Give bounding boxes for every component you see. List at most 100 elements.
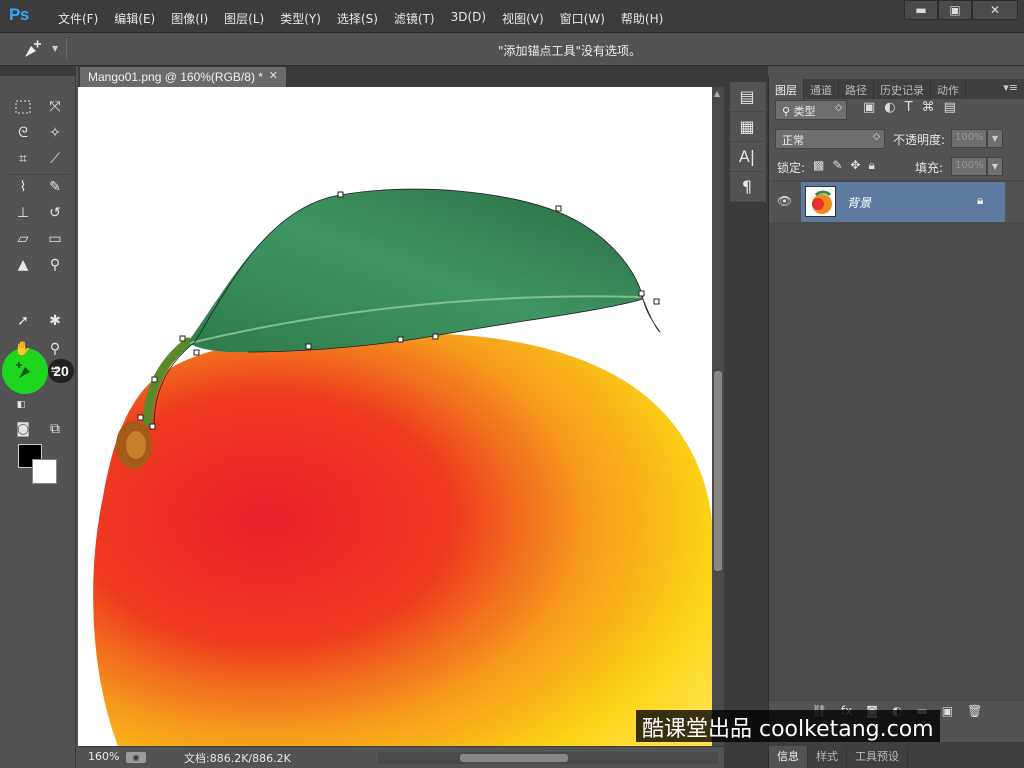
options-message: "添加锚点工具"没有选项。: [498, 44, 642, 58]
character-panel-icon[interactable]: A|: [730, 142, 764, 172]
lock-position-icon[interactable]: ✥: [850, 158, 860, 173]
zoom-tool-icon[interactable]: ⚲: [44, 338, 66, 360]
layer-name[interactable]: 背景: [847, 194, 871, 211]
swap-colors-icon[interactable]: ⇆: [44, 359, 66, 381]
image-filter-icon[interactable]: ▣: [863, 100, 875, 115]
properties-panel-icon[interactable]: ▤: [730, 82, 764, 112]
filter-label: 类型: [793, 105, 816, 118]
scroll-up-icon[interactable]: ▲: [714, 89, 720, 98]
maximize-button[interactable]: ▣: [938, 0, 972, 20]
document-title: Mango01.png @ 160%(RGB/8) *: [88, 70, 263, 84]
zoom-level[interactable]: 160%: [88, 750, 119, 763]
opacity-dropdown-icon[interactable]: ▼: [987, 129, 1003, 148]
menu-image[interactable]: 图像(I): [163, 10, 216, 27]
mango-image: [78, 87, 712, 746]
tab-tool-presets[interactable]: 工具预设: [847, 746, 908, 768]
opacity-input[interactable]: 100%: [951, 129, 987, 148]
fill-dropdown-icon[interactable]: ▼: [987, 157, 1003, 176]
panel-menu-icon[interactable]: ▾≡: [1003, 81, 1018, 94]
magic-wand-tool-icon[interactable]: ✧: [44, 122, 66, 144]
hand-tool-icon[interactable]: ✋: [12, 338, 34, 360]
menu-window[interactable]: 窗口(W): [552, 10, 613, 27]
lasso-tool-icon[interactable]: ᘓ: [12, 122, 34, 144]
blend-mode-value: 正常: [782, 134, 804, 147]
gradient-tool-icon[interactable]: ▭: [44, 228, 66, 250]
smart-object-filter-icon[interactable]: ▤: [944, 100, 956, 115]
layer-row[interactable]: 👁︎ 背景 🔒︎: [769, 182, 1024, 222]
document-info: 文档:886.2K/886.2K: [184, 752, 291, 765]
healing-brush-tool-icon[interactable]: ⌇: [12, 176, 34, 198]
menu-file[interactable]: 文件(F): [50, 10, 106, 27]
crop-tool-icon[interactable]: ⌗: [12, 148, 34, 170]
document-tab[interactable]: Mango01.png @ 160%(RGB/8) * ✕: [80, 67, 286, 87]
horizontal-scroll-thumb[interactable]: [460, 754, 568, 762]
close-document-icon[interactable]: ✕: [269, 69, 278, 82]
close-button[interactable]: ✕: [972, 0, 1018, 20]
tab-styles[interactable]: 样式: [808, 746, 847, 768]
clone-stamp-tool-icon[interactable]: ⊥: [12, 202, 34, 224]
layer-filter-row: ⚲ 类型 ◇ ▣ ◐ T ⌘ ▤: [769, 96, 1024, 124]
type-filter-icon[interactable]: T: [905, 100, 913, 115]
adjustments-panel-icon[interactable]: ▦: [730, 112, 764, 142]
background-color-swatch[interactable]: [32, 459, 57, 484]
history-brush-tool-icon[interactable]: ↺: [44, 202, 66, 224]
lock-label: 锁定:: [777, 161, 806, 175]
menu-items: 文件(F) 编辑(E) 图像(I) 图层(L) 类型(Y) 选择(S) 滤镜(T…: [50, 10, 671, 27]
fill-input[interactable]: 100%: [951, 157, 987, 176]
blend-mode-select[interactable]: 正常 ◇: [775, 129, 885, 149]
vertical-scroll-thumb[interactable]: [714, 371, 722, 571]
shape-filter-icon[interactable]: ⌘: [922, 100, 935, 115]
blend-row: 正常 ◇ 不透明度: 100% ▼: [769, 124, 1024, 152]
tab-info[interactable]: 信息: [769, 746, 808, 768]
document-canvas[interactable]: [78, 87, 712, 746]
add-anchor-point-tool-icon[interactable]: [22, 40, 44, 64]
options-bar: ▼ "添加锚点工具"没有选项。: [0, 33, 1024, 66]
dodge-tool-icon[interactable]: ⚲: [44, 254, 66, 276]
horizontal-scrollbar[interactable]: [378, 752, 718, 764]
collapsed-panel-dock: ▤ ▦ A| ¶: [730, 82, 766, 202]
vertical-scrollbar[interactable]: ▲: [712, 87, 724, 746]
path-selection-tool-icon[interactable]: ➚: [12, 310, 34, 332]
menu-view[interactable]: 视图(V): [494, 10, 552, 27]
screen-mode-icon[interactable]: ⧉: [44, 418, 66, 440]
marquee-tool-icon[interactable]: [12, 96, 34, 118]
menu-layer[interactable]: 图层(L): [216, 10, 272, 27]
menu-3d[interactable]: 3D(D): [443, 10, 494, 27]
lock-image-icon[interactable]: ✎: [832, 158, 842, 173]
eyedropper-tool-icon[interactable]: ⟋: [44, 148, 66, 170]
menu-help[interactable]: 帮助(H): [613, 10, 671, 27]
watermark: 酷课堂出品 coolketang.com: [636, 710, 940, 742]
eraser-tool-icon[interactable]: ▱: [12, 228, 34, 250]
layer-lock-icon: 🔒︎: [977, 193, 984, 207]
layer-filter-select[interactable]: ⚲ 类型 ◇: [775, 100, 847, 120]
adjustment-filter-icon[interactable]: ◐: [884, 100, 895, 115]
blur-tool-icon[interactable]: ▲: [12, 254, 34, 276]
menu-filter[interactable]: 滤镜(T): [386, 10, 443, 27]
move-tool-icon[interactable]: ⤧: [44, 96, 66, 118]
new-layer-icon[interactable]: ▣: [942, 704, 953, 719]
menu-select[interactable]: 选择(S): [329, 10, 386, 27]
lock-all-icon[interactable]: 🔒︎: [868, 158, 874, 173]
window-controls: ▬ ▣ ✕: [904, 0, 1018, 20]
paragraph-panel-icon[interactable]: ¶: [730, 172, 764, 202]
status-info-icon[interactable]: ◉: [126, 752, 146, 763]
lock-icons: ▩ ✎ ✥ 🔒︎: [813, 158, 875, 173]
menu-type[interactable]: 类型(Y): [272, 10, 329, 27]
photoshop-logo: Ps: [9, 5, 29, 24]
fill-label: 填充:: [915, 161, 944, 175]
tool-preset-dropdown-icon[interactable]: ▼: [52, 44, 58, 53]
brush-tool-icon[interactable]: ✎: [44, 176, 66, 198]
opacity-label: 不透明度:: [893, 133, 946, 147]
tool-separator: [8, 174, 70, 175]
layer-list: 👁︎ 背景 🔒︎: [769, 180, 1024, 700]
minimize-button[interactable]: ▬: [904, 0, 938, 20]
delete-layer-icon[interactable]: 🗑︎: [967, 704, 982, 719]
toolbox-header: [0, 66, 76, 76]
lock-transparency-icon[interactable]: ▩: [813, 158, 824, 173]
quick-mask-icon[interactable]: ◙: [12, 418, 34, 440]
custom-shape-tool-icon[interactable]: ✱: [44, 310, 66, 332]
layers-panel: 图层 通道 路径 历史记录 动作 ▾≡ ⚲ 类型 ◇ ▣ ◐ T ⌘ ▤ 正常 …: [768, 76, 1024, 768]
default-colors-icon[interactable]: ◧: [10, 394, 32, 416]
menu-edit[interactable]: 编辑(E): [106, 10, 163, 27]
visibility-eye-icon[interactable]: 👁︎: [777, 194, 792, 208]
